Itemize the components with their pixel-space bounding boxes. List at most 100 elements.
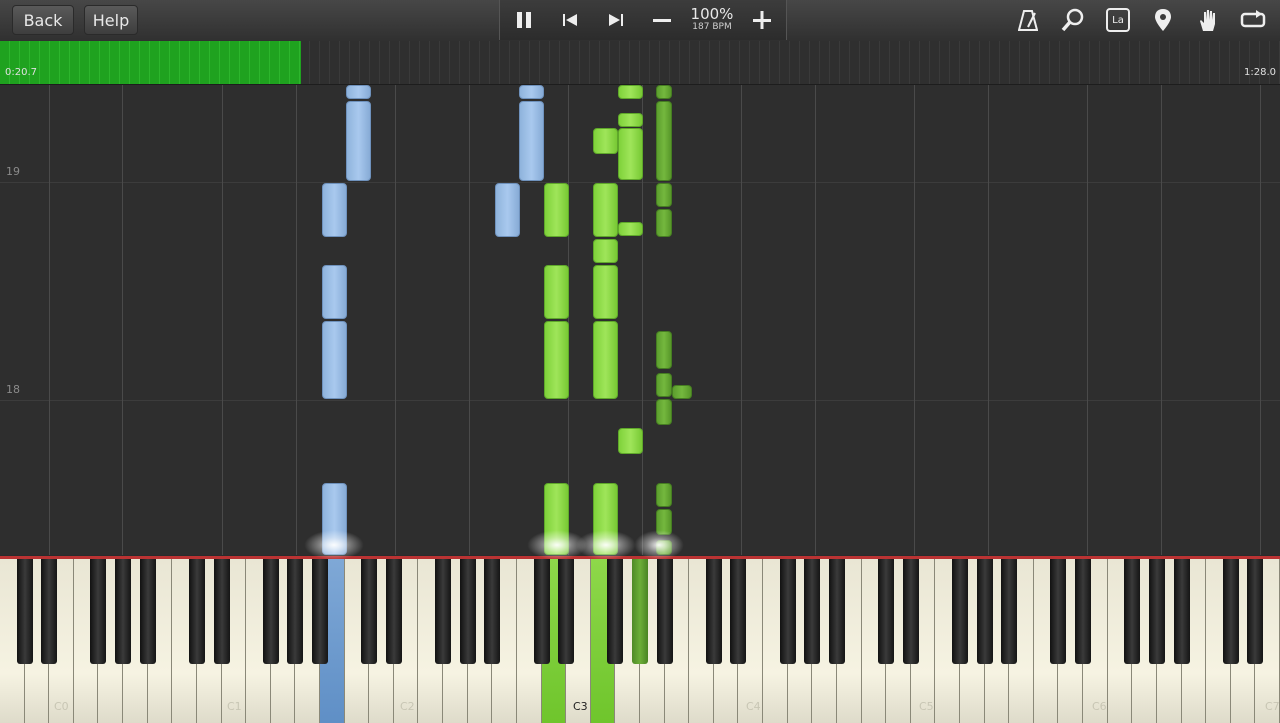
black-key[interactable] — [1124, 559, 1141, 664]
note-right-hand-sharp — [656, 399, 672, 425]
black-key[interactable] — [1075, 559, 1092, 664]
skip-forward-button[interactable] — [598, 0, 634, 40]
black-key[interactable] — [705, 559, 722, 664]
black-key[interactable] — [1173, 559, 1190, 664]
note-left-hand — [519, 85, 544, 99]
speed-up-button[interactable] — [744, 0, 780, 40]
note-labels-button[interactable]: La — [1100, 0, 1136, 40]
note-right-hand-sharp — [656, 101, 672, 181]
measure-line — [0, 400, 1280, 401]
black-key[interactable] — [435, 559, 452, 664]
black-key[interactable] — [213, 559, 230, 664]
back-button[interactable]: Back — [12, 5, 74, 35]
black-key[interactable] — [385, 559, 402, 664]
black-key[interactable] — [287, 559, 304, 664]
speed-down-button[interactable] — [644, 0, 680, 40]
black-key[interactable] — [902, 559, 919, 664]
marker-button[interactable] — [1145, 0, 1181, 40]
note-labels-glyph: La — [1112, 14, 1124, 26]
octave-line — [815, 85, 816, 555]
measure-line — [0, 182, 1280, 183]
minus-icon — [653, 19, 671, 22]
black-key[interactable] — [312, 559, 328, 664]
black-key[interactable] — [533, 559, 550, 664]
plus-icon — [753, 11, 771, 29]
black-key[interactable] — [656, 559, 673, 664]
black-key[interactable] — [41, 559, 58, 664]
playback-controls: 100% 187 BPM — [499, 0, 787, 40]
black-key[interactable] — [16, 559, 33, 664]
black-key[interactable] — [558, 559, 575, 664]
note-right-hand — [593, 321, 618, 399]
metronome-button[interactable] — [1010, 0, 1046, 40]
song-progress-bar[interactable] — [0, 41, 1280, 85]
note-labels-icon: La — [1106, 8, 1130, 32]
black-key[interactable] — [459, 559, 476, 664]
bpm-value: 187 BPM — [692, 22, 732, 32]
measure-number: 18 — [6, 383, 20, 396]
black-key[interactable] — [632, 559, 648, 664]
black-key[interactable] — [484, 559, 501, 664]
note-left-hand — [322, 321, 347, 399]
note-right-hand-sharp — [656, 183, 672, 207]
black-key[interactable] — [1001, 559, 1018, 664]
progress-fill — [0, 41, 301, 84]
zoom-button[interactable] — [1055, 0, 1091, 40]
pause-button[interactable] — [506, 0, 542, 40]
octave-line — [1161, 85, 1162, 555]
octave-line — [469, 85, 470, 555]
black-key[interactable] — [361, 559, 378, 664]
note-left-hand — [322, 265, 347, 319]
piano-keyboard[interactable] — [0, 556, 1280, 723]
octave-line — [296, 85, 297, 555]
octave-line — [1260, 85, 1261, 555]
toolbar: Back Help 100% 187 BPM La — [0, 0, 1280, 42]
note-right-hand-sharp — [656, 85, 672, 99]
black-key[interactable] — [1148, 559, 1165, 664]
octave-label: C4 — [746, 700, 761, 713]
note-right-hand — [593, 128, 618, 154]
black-key[interactable] — [779, 559, 796, 664]
octave-label: C6 — [1092, 700, 1107, 713]
note-right-hand — [618, 85, 643, 99]
help-label: Help — [92, 10, 130, 30]
octave-label: C2 — [400, 700, 415, 713]
black-key[interactable] — [115, 559, 132, 664]
black-key[interactable] — [188, 559, 205, 664]
note-right-hand — [544, 265, 569, 319]
note-right-hand — [618, 128, 643, 180]
help-button[interactable]: Help — [84, 5, 138, 35]
key-press-glow — [576, 530, 636, 560]
black-key[interactable] — [878, 559, 895, 664]
speed-display: 100% 187 BPM — [682, 0, 742, 40]
black-key[interactable] — [976, 559, 993, 664]
hand-button[interactable] — [1190, 0, 1226, 40]
black-key[interactable] — [828, 559, 845, 664]
octave-label: C3 — [573, 700, 588, 713]
back-label: Back — [23, 10, 63, 30]
black-key[interactable] — [1222, 559, 1239, 664]
note-left-hand — [495, 183, 520, 237]
black-key[interactable] — [1247, 559, 1264, 664]
skip-back-button[interactable] — [552, 0, 588, 40]
black-key[interactable] — [952, 559, 968, 664]
hand-icon — [1200, 10, 1215, 31]
black-key[interactable] — [1050, 559, 1067, 664]
black-key[interactable] — [262, 559, 279, 664]
note-right-hand — [593, 239, 618, 263]
black-key[interactable] — [607, 559, 624, 664]
elapsed-time: 0:20.7 — [5, 67, 37, 78]
note-right-hand — [593, 183, 618, 237]
black-key[interactable] — [139, 559, 156, 664]
note-roll: 19 18 — [0, 85, 1280, 555]
octave-label: C5 — [919, 700, 934, 713]
skip-forward-icon — [609, 14, 623, 26]
note-left-hand — [346, 101, 371, 181]
black-key[interactable] — [90, 559, 107, 664]
loop-button[interactable] — [1235, 0, 1271, 40]
key-press-glow — [304, 530, 364, 560]
black-key[interactable] — [730, 559, 747, 664]
octave-line — [49, 85, 50, 555]
black-key[interactable] — [804, 559, 821, 664]
note-right-hand — [544, 183, 569, 237]
